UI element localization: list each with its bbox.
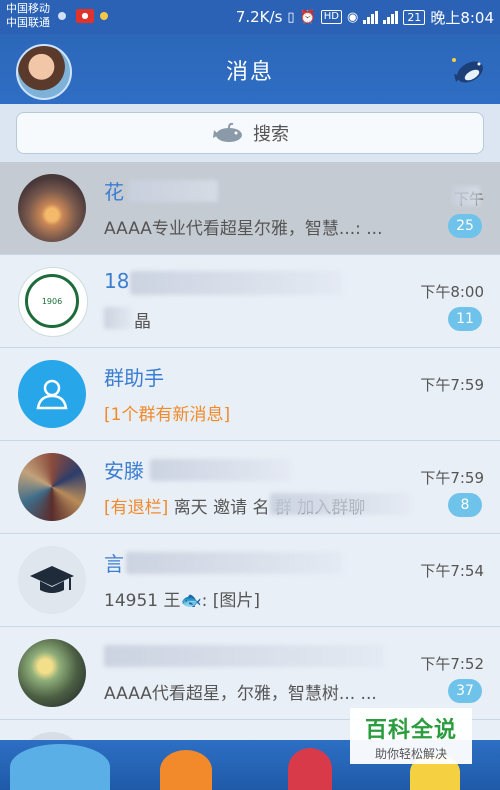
carrier-2: 中国联通: [6, 16, 50, 29]
contact-name: 18: [104, 269, 130, 293]
message-preview: AAAA代看超星，尔雅，智慧树... ...: [104, 684, 377, 704]
app-notification-icon: ●: [76, 9, 94, 23]
blurred-name: [150, 459, 290, 481]
shark-icon: [10, 744, 110, 790]
conversation-row[interactable]: 安滕 [有退栏] 离天 邀请 名 群 加入群聊 下午7:59 8: [0, 441, 500, 534]
vibrate-icon: ▯: [287, 9, 295, 25]
message-time: 下午7:59: [420, 376, 484, 394]
search-input[interactable]: 搜索: [16, 112, 484, 154]
unread-badge: 11: [448, 307, 482, 331]
notification-dot-icon: [100, 12, 108, 20]
watermark: 百科全说 助你轻松解决: [350, 708, 472, 764]
preview-tag: 退栏]: [127, 498, 169, 518]
watermark-title: 百科全说: [364, 718, 457, 743]
notification-dot-icon: [58, 12, 66, 20]
contact-avatar: [18, 360, 86, 428]
app-header: 消息: [0, 34, 500, 104]
blurred-name: [126, 552, 342, 574]
battery-icon: 21: [403, 9, 426, 25]
blurred-name: [128, 180, 218, 202]
unread-badge: 37: [448, 679, 482, 703]
conversation-row[interactable]: 1906 18 晶 下午8:00 11: [0, 255, 500, 348]
contact-name: 安滕: [104, 459, 144, 483]
conversation-row[interactable]: 群助手 [1个群有新消息] 下午7:59: [0, 348, 500, 441]
message-time: 下午7:59: [420, 469, 484, 487]
message-preview: AAAA专业代看超星尔雅，智慧...: ...: [104, 219, 383, 239]
conversation-row[interactable]: AAAA代看超星，尔雅，智慧树... ... 下午7:52 37: [0, 627, 500, 720]
contact-avatar: [18, 546, 86, 614]
conversation-list: 花 AAAA专业代看超星尔雅，智慧...: ... 下午 25 1906 18 …: [0, 162, 500, 790]
hd-icon: HD: [320, 10, 342, 24]
octopus-icon: [288, 748, 332, 790]
unread-badge: 25: [448, 214, 482, 238]
graduation-cap-icon: [30, 566, 74, 593]
dolphin-icon[interactable]: [448, 50, 488, 90]
contact-avatar: [18, 174, 86, 242]
blurred-time: [452, 186, 480, 206]
contact-name: 言: [104, 552, 124, 576]
unread-badge: 8: [448, 493, 482, 517]
university-logo-icon: 1906: [25, 274, 79, 328]
carrier-info: 中国移动 中国联通: [6, 2, 50, 30]
network-speed: 7.2K/s: [235, 8, 283, 26]
blurred-name: [104, 645, 384, 667]
carrier-1: 中国移动: [6, 2, 50, 15]
search-placeholder: 搜索: [253, 124, 289, 145]
message-preview: 晶: [134, 312, 151, 332]
preview-tag: [1个群有新消息]: [104, 405, 231, 425]
watermark-subtitle: 助你轻松解决: [374, 747, 447, 761]
signal-icon: [383, 10, 399, 24]
message-time: 下午7:52: [420, 655, 484, 673]
status-right: 7.2K/s ▯ ⏰ HD ◉ 21 晚上8:04: [236, 7, 494, 27]
blurred-preview: [104, 307, 132, 329]
preview-tag: [有: [104, 498, 128, 518]
conversation-row[interactable]: 花 AAAA专业代看超星尔雅，智慧...: ... 下午 25: [0, 162, 500, 255]
contact-name: 群助手: [104, 366, 164, 390]
alarm-icon: ⏰: [299, 9, 316, 25]
search-area: 搜索: [0, 104, 500, 162]
orange-fish-icon: [160, 750, 212, 790]
group-helper-icon: [36, 379, 68, 410]
whale-search-icon: [213, 122, 242, 142]
message-preview: 14951 王🐟: [图片]: [104, 591, 261, 611]
eye-icon: ◉: [346, 9, 359, 25]
signal-icon: [363, 10, 379, 24]
blurred-name: [130, 271, 342, 295]
message-time: 下午7:54: [420, 562, 484, 580]
message-preview: [1个群有新消息]: [104, 400, 230, 425]
blurred-preview: [270, 493, 410, 515]
conversation-row[interactable]: 言 14951 王🐟: [图片] 下午7:54: [0, 534, 500, 627]
contact-avatar: 1906: [18, 267, 88, 337]
page-title: 消息: [225, 60, 274, 85]
message-time: 下午8:00: [420, 283, 484, 301]
clock: 晚上8:04: [430, 8, 494, 27]
contact-avatar: [18, 639, 86, 707]
contact-avatar: [18, 453, 86, 521]
contact-name: 花: [104, 180, 124, 204]
screen: 中国移动 中国联通 ● 7.2K/s ▯ ⏰ HD ◉ 21 晚上8:04 消息: [0, 0, 500, 790]
status-bar: 中国移动 中国联通 ● 7.2K/s ▯ ⏰ HD ◉ 21 晚上8:04: [0, 0, 500, 34]
